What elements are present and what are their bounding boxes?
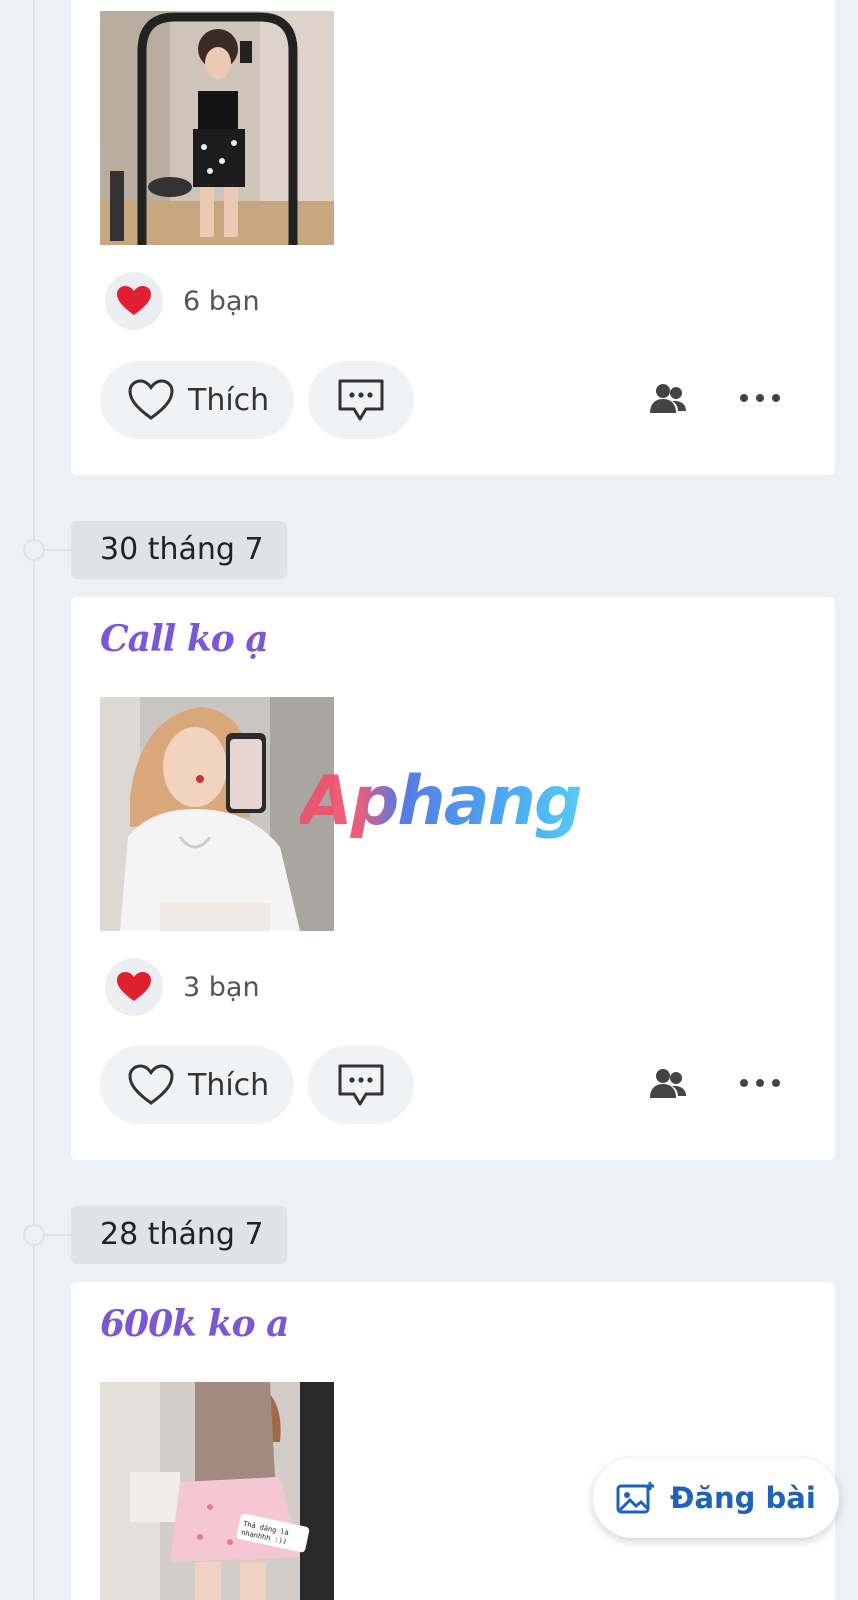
reaction-count: 6 bạn: [183, 285, 260, 317]
heart-reaction-icon: [105, 272, 163, 330]
post-card: 6 bạn Thích: [71, 0, 835, 475]
create-post-button[interactable]: Đăng bài: [593, 1458, 839, 1538]
image-plus-icon: [616, 1482, 655, 1514]
more-options-icon[interactable]: [738, 391, 782, 405]
create-post-label: Đăng bài: [670, 1481, 816, 1515]
post-card: Call ko ạ 3 bạn Thích: [71, 597, 835, 1160]
post-photo[interactable]: [100, 11, 334, 245]
timeline-connector: [45, 1234, 72, 1236]
friends-privacy-icon[interactable]: [648, 381, 688, 417]
like-label: Thích: [188, 382, 270, 418]
like-button[interactable]: Thích: [100, 361, 294, 439]
action-row: Thích: [100, 361, 810, 439]
reaction-row[interactable]: 3 bạn: [105, 958, 260, 1016]
timeline-connector: [45, 549, 72, 551]
timeline-line: [33, 0, 35, 1600]
heart-outline-icon: [128, 379, 174, 420]
friends-privacy-icon[interactable]: [648, 1066, 688, 1102]
post-photo[interactable]: Thả dáng là nhanhhh :)): [100, 1382, 334, 1600]
comment-icon: [338, 1064, 384, 1106]
timeline-dot: [23, 1224, 45, 1246]
comment-icon: [338, 379, 384, 421]
post-title: 600k ko a: [100, 1303, 289, 1345]
heart-outline-icon: [128, 1064, 174, 1105]
timeline-dot: [23, 539, 45, 561]
watermark-logo: Aphang: [300, 762, 583, 841]
post-title: Call ko ạ: [100, 618, 269, 660]
date-chip: 30 tháng 7: [71, 521, 287, 579]
more-options-icon[interactable]: [738, 1076, 782, 1090]
comment-button[interactable]: [308, 361, 414, 439]
action-row: Thích: [100, 1046, 810, 1124]
date-chip: 28 tháng 7: [71, 1206, 287, 1264]
post-card: 600k ko a Thả dáng là nhanhhh :)): [71, 1282, 835, 1600]
reaction-count: 3 bạn: [183, 971, 260, 1003]
post-photo[interactable]: [100, 697, 334, 931]
heart-reaction-icon: [105, 958, 163, 1016]
like-button[interactable]: Thích: [100, 1046, 294, 1124]
like-label: Thích: [188, 1067, 270, 1103]
reaction-row[interactable]: 6 bạn: [105, 272, 260, 330]
comment-button[interactable]: [308, 1046, 414, 1124]
